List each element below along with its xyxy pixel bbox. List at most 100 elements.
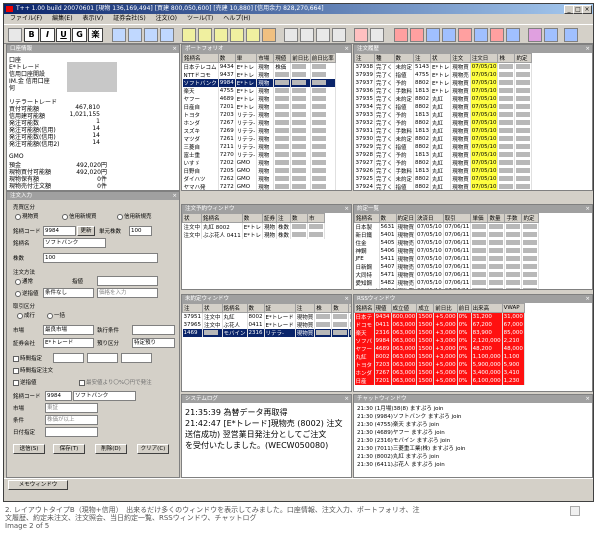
table-row[interactable]: 37933 完了く 予約 1813 丸紅 現物買 07/05/10 xyxy=(354,111,533,119)
redo-icon[interactable] xyxy=(370,28,384,42)
undo-icon[interactable] xyxy=(354,28,368,42)
memo-window-tab[interactable]: メモウィンドウ xyxy=(8,480,68,490)
column-header[interactable]: 数 xyxy=(246,303,265,313)
window-grid-icon[interactable] xyxy=(160,28,174,42)
time-sec-input[interactable] xyxy=(121,353,152,363)
table-row[interactable]: ホンダ 7267 063,000 1500 +5,000 0% 3,400,000 3,410 xyxy=(354,369,525,377)
account-select[interactable]: E*トレード xyxy=(43,338,94,348)
menu-help[interactable]: ヘルプ(H) xyxy=(223,15,250,22)
table-row[interactable]: 日野自 7205 GMO 現物 xyxy=(182,167,336,175)
table-row[interactable]: 注文中 丸紅 8002 E*トレ 現物 株数 xyxy=(182,222,326,231)
list-icon[interactable] xyxy=(230,28,244,42)
order-modify-icon[interactable] xyxy=(458,28,472,42)
settings-icon[interactable] xyxy=(564,28,578,42)
column-header[interactable]: 前日比率 xyxy=(309,53,336,63)
table-row[interactable]: 楽天 2316 063,000 1500 +3,000 0% 83,900 85,000 xyxy=(354,329,525,337)
table-row[interactable]: ダイハツ 7262 GMO 現物 xyxy=(182,175,336,183)
column-header[interactable]: 数 xyxy=(241,213,264,223)
report-icon[interactable] xyxy=(246,28,260,42)
save-button[interactable]: 保存(T) xyxy=(53,444,85,454)
column-header[interactable]: 前日比 xyxy=(290,53,311,63)
table-row[interactable]: ソフトバンク 9984 E*トレ 現物 xyxy=(182,79,336,87)
window-layout-icon[interactable] xyxy=(144,28,158,42)
panel-close-icon[interactable]: × xyxy=(344,395,349,403)
panel-close-icon[interactable]: × xyxy=(344,45,349,53)
table-row[interactable]: 37937 完了く 予約 8802 E*トレ 現物買 07/05/10 xyxy=(354,79,533,87)
column-header[interactable]: 注 xyxy=(354,53,375,63)
column-header[interactable]: 銘柄名 xyxy=(221,303,248,313)
menu-file[interactable]: ファイル(F) xyxy=(10,15,42,22)
column-header[interactable]: 出来高 xyxy=(470,303,503,313)
column-header[interactable]: 注 xyxy=(413,53,432,63)
table-row[interactable]: 丸紅 8002 063,000 1500 +3,000 0% 1,100,000 1,100 xyxy=(354,353,525,361)
new-icon[interactable] xyxy=(8,28,22,42)
table-row[interactable]: 1469 モバイン 2316 リテラ- 現物買 xyxy=(182,329,351,337)
chart-icon[interactable] xyxy=(182,28,196,42)
table-row[interactable]: 富士重 7270 リテラ- 現物 xyxy=(182,151,336,159)
table-row[interactable]: 37925 完了く 未約定 8802 丸紅 現物買 07/05/10 xyxy=(354,175,533,183)
column-header[interactable]: 単価 xyxy=(470,213,489,223)
window-tile-icon[interactable] xyxy=(128,28,142,42)
table-row[interactable]: ヤフー 4689 063,000 1500 +3,000 0% 48,200 48,000 xyxy=(354,345,525,353)
table-row[interactable]: NTTドコモ 9437 E*トレ 現物 xyxy=(182,71,336,79)
table-row[interactable]: 住金 5405 現物売 07/05/10 07/06/11 xyxy=(354,239,540,247)
table-row[interactable]: 37931 完了く 手数料 1813 丸紅 現物買 07/05/10 xyxy=(354,127,533,135)
column-header[interactable]: 注 xyxy=(182,303,203,313)
menu-order[interactable]: 注文(O) xyxy=(156,15,177,22)
panel-close-icon[interactable]: × xyxy=(172,192,177,200)
position-icon[interactable] xyxy=(490,28,504,42)
column-header[interactable]: 現値 xyxy=(373,303,392,313)
table-row[interactable]: ホンダ 7267 リテラ- 現物 xyxy=(182,119,336,127)
column-header[interactable]: 株 xyxy=(314,303,333,313)
column-header[interactable]: 銘柄名 xyxy=(354,213,380,223)
table-row[interactable]: スズキ 7269 リテラ- 現物 xyxy=(182,127,336,135)
deposit-select[interactable]: 特定預り xyxy=(132,338,175,348)
panel-close-icon[interactable]: × xyxy=(344,295,349,303)
column-header[interactable]: 前日比 xyxy=(433,303,458,313)
column-header[interactable]: 前日 xyxy=(456,303,472,313)
table-row[interactable]: 楽天 4755 E*トレ 現物 xyxy=(182,87,336,95)
table-row[interactable]: 37951 注文中 丸紅 8002 E*トレード 現物買 xyxy=(182,312,351,321)
column-header[interactable]: 注 xyxy=(276,213,292,223)
paste-icon[interactable] xyxy=(316,28,330,42)
table-row[interactable]: ヤマハ発 7272 GMO 現物 xyxy=(182,183,336,190)
ws-check[interactable]: 逆指値 xyxy=(13,378,37,386)
column-header[interactable]: 銘柄名 xyxy=(354,303,375,313)
column-header[interactable]: 数 xyxy=(217,53,236,63)
table-row[interactable]: 37927 完了く 予約 8802 丸紅 現物買 07/05/10 xyxy=(354,159,533,167)
menu-tools[interactable]: ツール(T) xyxy=(187,15,213,22)
table-row[interactable]: 37939 完了く 指値 4755 E*トレ 現物売 07/05/10 xyxy=(354,71,533,79)
window-cascade-icon[interactable] xyxy=(112,28,126,42)
time-hour-input[interactable] xyxy=(53,353,84,363)
rss-icon[interactable] xyxy=(528,28,542,42)
panel-close-icon[interactable]: × xyxy=(585,295,590,303)
table-row[interactable]: 37926 完了く 手数料 1813 丸紅 現物買 07/05/10 xyxy=(354,167,533,175)
time-check[interactable]: 時間指定 xyxy=(13,354,42,362)
send-button[interactable]: 送信(S) xyxy=(13,444,45,454)
menu-view[interactable]: 表示(V) xyxy=(82,15,103,22)
clear-button[interactable]: クリア(C) xyxy=(137,444,169,454)
market2-select[interactable]: 東証 xyxy=(45,403,98,413)
order-buy-icon[interactable] xyxy=(394,28,408,42)
table-row[interactable]: トヨタ 7203 リテラ- 現物 xyxy=(182,111,336,119)
column-header[interactable]: 現値 xyxy=(273,53,292,63)
table-row[interactable]: 新日鐵 5401 現物買 07/05/10 07/06/11 xyxy=(354,231,540,239)
copy-icon[interactable] xyxy=(300,28,314,42)
panel-close-icon[interactable]: × xyxy=(344,205,349,213)
table-row[interactable]: 37936 完了く 手数料 1813 E*トレ 現物買 07/05/10 xyxy=(354,87,533,95)
column-header[interactable]: 銘柄名 xyxy=(182,53,219,63)
table-icon[interactable] xyxy=(214,28,228,42)
table-row[interactable]: 愛知鋼 5482 現物売 07/05/10 07/06/11 xyxy=(354,279,540,287)
table-row[interactable]: 37929 完了く 指値 8802 丸紅 現物買 07/05/10 xyxy=(354,143,533,151)
radio-cash-buy[interactable]: 現物買 xyxy=(15,212,39,220)
menu-broker[interactable]: 証券会社(S) xyxy=(113,15,146,22)
time-order-check[interactable]: 時間指定注文 xyxy=(13,366,53,374)
table-row[interactable]: 37928 完了く 予約 1813 丸紅 現物買 07/05/10 xyxy=(354,151,533,159)
exec-cond-select[interactable] xyxy=(132,325,175,335)
table-row[interactable]: 日本テ 9434 600,000 1500 +5,000 0% 31,200 31,000 xyxy=(354,312,525,321)
column-header[interactable]: 状 xyxy=(430,53,452,63)
table-row[interactable]: 注文中 ぶぶ花人 0411 E*トレ 現物 株数 xyxy=(182,231,326,239)
table-row[interactable]: 三菱自 7211 リテラ- 現物 xyxy=(182,143,336,151)
table-row[interactable]: トヨタ 7203 063,000 1500 +5,000 0% 5,900,000 5,900 xyxy=(354,361,525,369)
column-header[interactable]: 銘柄名 xyxy=(201,213,243,223)
